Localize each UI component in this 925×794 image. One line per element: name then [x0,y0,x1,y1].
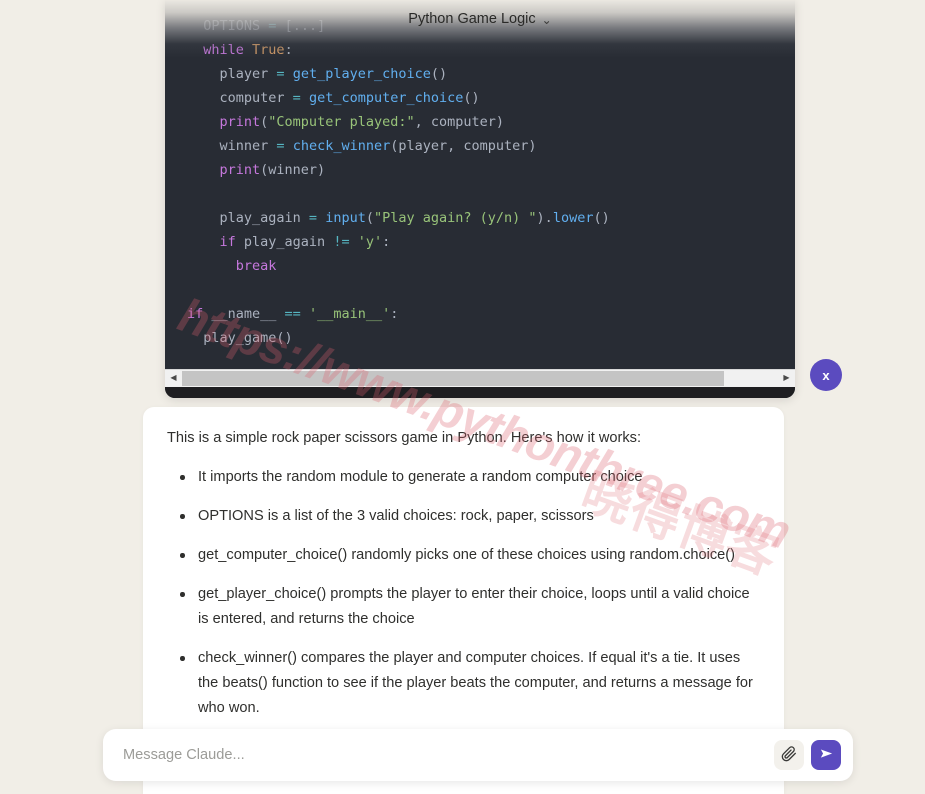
code-token: "Play again? (y/n) " [373,210,537,226]
code-line: if __name__ == '__main__': [187,302,795,326]
code-token: : [284,42,293,58]
code-token: computer [187,90,293,106]
code-line: print("Computer played:", computer) [187,110,795,134]
paperclip-icon [781,745,797,765]
code-token: = [276,138,285,154]
code-token: input [325,210,366,226]
code-token: if [187,306,204,322]
code-token: "Computer played:" [268,114,415,130]
send-icon [819,746,834,764]
code-token: == [284,306,301,322]
code-line: break [187,254,795,278]
horizontal-scrollbar[interactable]: ◀ ▶ [165,369,795,387]
code-token: , computer) [414,114,505,130]
artifact-footer-bar [165,386,795,398]
code-token: if [219,234,236,250]
send-message-button[interactable] [811,740,841,770]
code-line: player = get_player_choice() [187,62,795,86]
code-token: play_again [187,210,309,226]
code-token: get_player_choice [292,66,431,82]
list-item: get_computer_choice() randomly picks one… [167,543,760,568]
code-token: () [430,66,448,82]
code-token: ). [536,210,553,226]
code-token: player [187,66,277,82]
code-token: play_game [203,330,277,346]
code-token: = [308,210,318,226]
scrollbar-thumb[interactable] [182,370,725,386]
code-token: check_winner [292,138,391,154]
message-composer[interactable] [103,729,853,781]
code-token: print [219,162,261,178]
code-token: '__main__' [308,306,391,322]
response-intro-text: This is a simple rock paper scissors gam… [167,430,642,446]
code-token: () [463,90,480,106]
chevron-down-icon[interactable]: ⌄ [542,14,552,26]
code-line: computer = get_computer_choice() [187,86,795,110]
list-item: OPTIONS is a list of the 3 valid choices… [167,504,760,529]
code-token: True [252,42,285,58]
code-token: : [382,234,391,250]
code-token: () [593,210,610,226]
code-token: != [333,234,350,250]
message-input[interactable] [123,747,774,763]
artifact-title-text: Python Game Logic [408,11,536,27]
code-artifact-panel: OPTIONS = [...] while True: player = get… [165,0,795,398]
list-item: check_winner() compares the player and c… [167,646,760,721]
code-token: print [219,114,261,130]
code-line: play_game() [187,326,795,350]
code-line: play_again = input("Play again? (y/n) ")… [187,206,795,230]
code-token: = [292,90,301,106]
code-token: lower [552,210,594,226]
close-artifact-button[interactable]: x [810,359,842,391]
artifact-title-bar[interactable]: Python Game Logic ⌄ [165,11,795,27]
code-token: while [203,42,244,58]
code-line: print(winner) [187,158,795,182]
code-line: if play_again != 'y': [187,230,795,254]
scroll-left-arrow-icon[interactable]: ◀ [165,369,182,387]
code-block: OPTIONS = [...] while True: player = get… [165,14,795,350]
code-token: __name__ [203,306,285,322]
code-line: winner = check_winner(player, computer) [187,134,795,158]
code-token: () [276,330,293,346]
code-token: : [390,306,399,322]
code-token: break [235,258,277,274]
code-token: ( [365,210,374,226]
code-token: winner [187,138,277,154]
scrollbar-track[interactable] [182,369,778,387]
code-token: get_computer_choice [308,90,464,106]
code-scroll-area[interactable]: OPTIONS = [...] while True: player = get… [165,0,795,364]
list-item: It imports the random module to generate… [167,465,760,490]
code-token: (winner) [260,162,326,178]
code-line: while True: [187,38,795,62]
code-token: play_again [235,234,334,250]
code-token: 'y' [357,234,383,250]
list-item: get_player_choice() prompts the player t… [167,582,760,632]
code-token: = [276,66,285,82]
attach-file-button[interactable] [774,740,804,770]
scroll-right-arrow-icon[interactable]: ▶ [778,369,795,387]
code-token: (player, computer) [390,138,537,154]
